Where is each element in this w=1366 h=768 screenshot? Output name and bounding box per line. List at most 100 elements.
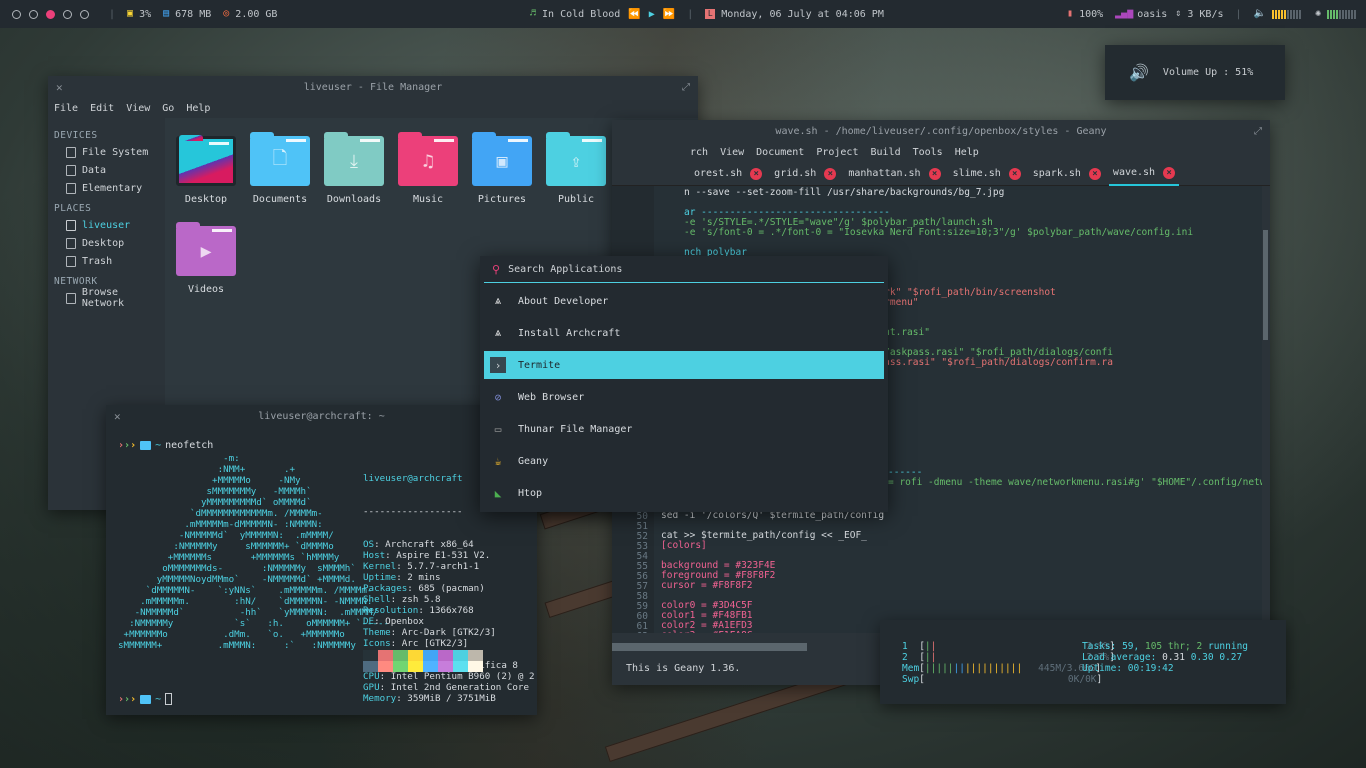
- folder-item[interactable]: ⇪ Public: [541, 132, 611, 205]
- close-tab-icon[interactable]: ×: [750, 167, 763, 180]
- tab-manhattan[interactable]: manhattan.sh ×: [844, 162, 944, 186]
- close-tab-icon[interactable]: ×: [928, 167, 941, 180]
- tab-spark[interactable]: spark.sh ×: [1029, 162, 1105, 186]
- app-item-termite[interactable]: › Termite: [484, 351, 884, 379]
- close-tab-icon[interactable]: ×: [1088, 167, 1101, 180]
- sidebar-item-trash[interactable]: Trash: [48, 252, 165, 270]
- tab-orest[interactable]: orest.sh ×: [690, 162, 766, 186]
- app-item-web-browser[interactable]: ⊘ Web Browser: [484, 383, 884, 411]
- teapot-icon: ☕: [494, 454, 502, 468]
- menu-help[interactable]: Help: [955, 147, 979, 158]
- workspace-4[interactable]: [63, 9, 72, 19]
- prompt-line: ››› ~ neofetch: [118, 440, 213, 451]
- play-icon[interactable]: ▶: [649, 9, 655, 20]
- tab-slime[interactable]: slime.sh ×: [949, 162, 1025, 186]
- drive-icon: [66, 164, 76, 176]
- menu-help[interactable]: Help: [186, 103, 210, 114]
- maximize-icon[interactable]: ⤢: [1254, 126, 1262, 137]
- sidebar-item-label: Browse Network: [81, 287, 125, 309]
- color-swatch: [468, 650, 483, 661]
- info-value: 685 (pacman): [418, 583, 485, 594]
- search-icon: ⚲: [492, 262, 501, 276]
- sidebar-item-liveuser[interactable]: liveuser: [48, 216, 165, 234]
- sidebar-item-file-system[interactable]: File System: [48, 143, 165, 161]
- close-icon[interactable]: ✕: [56, 81, 63, 94]
- volume-slider[interactable]: [1271, 9, 1301, 19]
- info-row: Theme: Arc-Dark [GTK2/3]: [363, 627, 496, 638]
- previous-icon[interactable]: ⏪: [628, 9, 640, 20]
- workspace-3[interactable]: [46, 9, 55, 19]
- archcraft-icon: ⩓: [494, 326, 502, 339]
- menu-project[interactable]: Project: [816, 147, 858, 158]
- menu-file[interactable]: File: [54, 103, 78, 114]
- close-tab-icon[interactable]: ×: [1008, 167, 1021, 180]
- sidebar-item-label: Elementary: [82, 182, 143, 194]
- menu-build[interactable]: Build: [870, 147, 900, 158]
- info-key: Shell: [363, 594, 391, 605]
- folder-item[interactable]: Desktop: [171, 135, 241, 205]
- memory-module: ▤ 678 MB: [163, 9, 211, 20]
- folder-item[interactable]: ⤓ Downloads: [319, 132, 389, 205]
- folder-item[interactable]: ▣ Pictures: [467, 132, 537, 205]
- archcraft-icon: ⩓: [494, 294, 502, 307]
- menu-go[interactable]: Go: [162, 103, 174, 114]
- close-icon[interactable]: ✕: [114, 410, 121, 423]
- menu-rch[interactable]: rch: [690, 147, 708, 158]
- info-row: DE: Openbox: [363, 616, 424, 627]
- cursor[interactable]: [165, 693, 173, 705]
- color-swatch: [438, 661, 453, 672]
- clock-value[interactable]: Monday, 06 July at 04:06 PM: [721, 9, 884, 20]
- info-key: DE: [363, 616, 375, 627]
- workspace-2[interactable]: [29, 9, 38, 19]
- next-icon[interactable]: ⏩: [663, 9, 675, 20]
- info-key: Kernel: [363, 561, 397, 572]
- sidebar-item-data[interactable]: Data: [48, 161, 165, 179]
- menu-view[interactable]: View: [126, 103, 150, 114]
- menu-tools[interactable]: Tools: [913, 147, 943, 158]
- memory-value: 678 MB: [175, 8, 212, 20]
- music-note-icon: ♬: [530, 8, 537, 19]
- sidebar-item-browse-network[interactable]: Browse Network: [48, 287, 165, 309]
- info-value: Intel Pentium B960 (2) @ 2: [390, 671, 535, 682]
- folder-item[interactable]: ▶ Videos: [171, 222, 241, 295]
- workspace-1[interactable]: [12, 9, 21, 19]
- status-text: This is Geany 1.36.: [626, 662, 741, 674]
- menu-document[interactable]: Document: [756, 147, 804, 158]
- workspace-5[interactable]: [80, 9, 89, 19]
- sidebar-item-elementary[interactable]: Elementary: [48, 179, 165, 197]
- folder-item[interactable]: ♫ Music: [393, 132, 463, 205]
- app-list: ⩓ About Developer ⩓ Install Archcraft › Termi…: [480, 287, 888, 507]
- app-item-htop[interactable]: ◣ Htop: [484, 479, 884, 507]
- info-key: Uptime: [363, 572, 397, 583]
- search-bar[interactable]: ⚲ Search Applications: [484, 256, 884, 283]
- search-input[interactable]: Search Applications: [508, 264, 622, 275]
- menu-edit[interactable]: Edit: [90, 103, 114, 114]
- sidebar-item-label: Data: [82, 164, 107, 176]
- battery-charging-icon: ▮: [1067, 8, 1074, 19]
- close-tab-icon[interactable]: ×: [1163, 166, 1176, 179]
- close-tab-icon[interactable]: ×: [824, 167, 837, 180]
- network-ssid[interactable]: oasis: [1137, 9, 1167, 20]
- folder-item[interactable]: 🗋 Documents: [245, 132, 315, 205]
- tab-grid[interactable]: grid.sh ×: [770, 162, 840, 186]
- vertical-scrollbar[interactable]: [1263, 230, 1268, 340]
- network-icon: [66, 292, 76, 304]
- brightness-icon[interactable]: ✺: [1315, 9, 1321, 19]
- app-item-geany[interactable]: ☕ Geany: [484, 447, 884, 475]
- app-item-about-developer[interactable]: ⩓ About Developer: [484, 287, 884, 315]
- speaker-icon[interactable]: 🔈: [1254, 9, 1266, 19]
- maximize-icon[interactable]: ⤢: [682, 82, 690, 93]
- app-item-install-archcraft[interactable]: ⩓ Install Archcraft: [484, 319, 884, 347]
- htop-window: 1 [|| 3.9%] 2 [|| 2.7%] Mem[||||||||||||||…: [880, 620, 1286, 704]
- sidebar-item-desktop[interactable]: Desktop: [48, 234, 165, 252]
- horizontal-scrollbar[interactable]: [612, 643, 807, 651]
- menu-view[interactable]: View: [720, 147, 744, 158]
- tab-wave[interactable]: wave.sh ×: [1108, 162, 1180, 186]
- info-value: zsh 5.8: [401, 594, 441, 605]
- app-label: Thunar File Manager: [518, 423, 633, 435]
- app-item-thunar-file-manager[interactable]: ▭ Thunar File Manager: [484, 415, 884, 443]
- music-track[interactable]: In Cold Blood: [542, 9, 620, 20]
- tab-label: wave.sh: [1112, 167, 1156, 178]
- info-key: Host: [363, 550, 386, 561]
- brightness-slider[interactable]: [1327, 9, 1356, 19]
